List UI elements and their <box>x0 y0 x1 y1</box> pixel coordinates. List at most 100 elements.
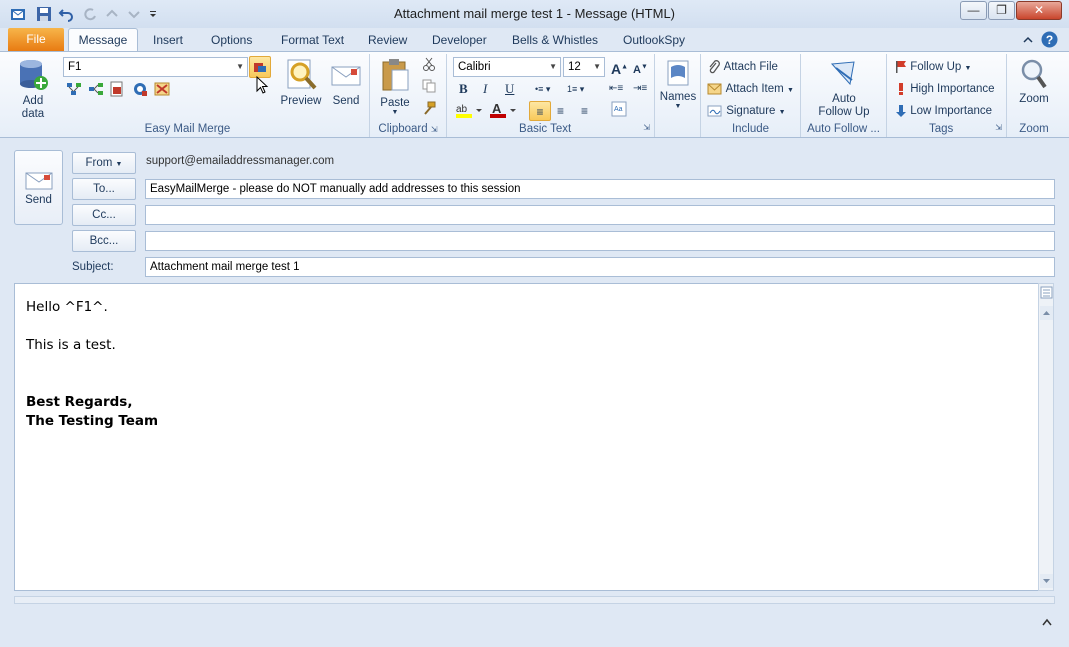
paste-clipboard-icon <box>382 59 409 91</box>
follow-up-button[interactable]: Follow Up ▼ <box>895 57 971 77</box>
merge-tool-2-icon[interactable] <box>88 82 104 96</box>
align-left-icon: ≡ <box>536 105 544 119</box>
add-data-button[interactable]: Add data <box>10 58 56 124</box>
names-label: Names <box>659 91 697 103</box>
tab-review[interactable]: Review <box>364 31 411 52</box>
group-names: Names ▼ <box>655 54 701 137</box>
tab-outlookspy[interactable]: OutlookSpy <box>619 31 689 52</box>
close-button[interactable]: ✕ <box>1016 1 1062 20</box>
font-color-button[interactable]: A <box>489 101 517 121</box>
styles-button[interactable]: Aa <box>611 101 627 121</box>
vertical-scrollbar[interactable] <box>1038 283 1054 591</box>
from-button[interactable]: From ▼ <box>72 152 136 174</box>
attach-item-button[interactable]: Attach Item ▼ <box>707 79 794 99</box>
decrease-indent-button[interactable]: ⇤≡ <box>609 79 623 99</box>
status-bar <box>14 596 1055 604</box>
merge-field-combo[interactable]: F1 ▼ <box>63 57 248 77</box>
envelope-remove-icon[interactable] <box>154 82 170 96</box>
italic-button[interactable]: I <box>483 79 487 99</box>
cut-button[interactable] <box>422 57 436 77</box>
grow-font-button[interactable]: A▲ <box>611 57 628 77</box>
underline-button[interactable]: U <box>505 79 514 99</box>
low-importance-button[interactable]: Low Importance <box>895 101 992 121</box>
copy-button[interactable] <box>422 79 436 99</box>
shrink-font-button[interactable]: A▼ <box>633 57 648 77</box>
send-label: Send <box>25 194 52 206</box>
paste-button[interactable]: Paste ▼ <box>374 58 416 120</box>
chevron-down-icon: ▼ <box>115 161 123 168</box>
signature-button[interactable]: Signature ▼ <box>707 101 786 121</box>
shield-settings-icon[interactable] <box>132 81 148 97</box>
tab-bells-whistles[interactable]: Bells & Whistles <box>508 31 602 52</box>
chevron-down-icon: ▼ <box>549 62 557 71</box>
increase-indent-button[interactable]: ⇥≡ <box>633 79 647 99</box>
ruler-toggle-icon[interactable] <box>1040 286 1053 299</box>
tab-developer[interactable]: Developer <box>428 31 491 52</box>
signature-line-2: The Testing Team <box>26 413 159 429</box>
dialog-launcher-icon[interactable]: ⇲ <box>643 123 650 132</box>
scroll-down-icon[interactable] <box>1040 574 1053 588</box>
to-field[interactable]: EasyMailMerge - please do NOT manually a… <box>145 179 1055 199</box>
cut-icon <box>423 57 435 71</box>
font-size-combo[interactable]: 12 ▼ <box>563 57 605 77</box>
from-label: From <box>85 157 113 169</box>
scroll-up-icon[interactable] <box>1040 306 1053 320</box>
bullets-button[interactable]: •≡ ▾ <box>535 79 550 99</box>
maximize-button[interactable]: ❐ <box>988 1 1015 20</box>
group-label-easy-mail-merge: Easy Mail Merge <box>144 123 231 135</box>
highlight-button[interactable]: ab <box>455 101 483 121</box>
to-button[interactable]: To... <box>72 178 136 200</box>
merge-tool-1-icon[interactable] <box>66 82 82 96</box>
subject-label: Subject: <box>72 261 114 273</box>
dialog-launcher-icon[interactable]: ⇲ <box>431 125 438 134</box>
bold-button[interactable]: B <box>459 79 468 99</box>
numbering-button[interactable]: 1≡ ▾ <box>567 79 584 99</box>
help-icon[interactable]: ? <box>1041 31 1058 48</box>
attach-item-label: Attach Item <box>725 83 784 95</box>
svg-text:A: A <box>492 101 502 116</box>
document-red-icon[interactable] <box>110 81 124 97</box>
copy-icon <box>422 79 436 93</box>
svg-text:?: ? <box>1046 33 1053 47</box>
font-combo[interactable]: Calibri ▼ <box>453 57 561 77</box>
group-label-include: Include <box>731 123 770 135</box>
cc-field[interactable] <box>145 205 1055 225</box>
format-painter-button[interactable] <box>422 101 436 121</box>
minimize-ribbon-icon[interactable] <box>1022 34 1034 46</box>
tab-options[interactable]: Options <box>207 31 256 52</box>
auto-follow-up-button[interactable]: Auto Follow Up <box>807 58 881 122</box>
message-body[interactable]: Hello ^F1^. This is a test. Best Regards… <box>14 283 1039 591</box>
subject-field[interactable]: Attachment mail merge test 1 <box>145 257 1055 277</box>
merge-send-label: Send <box>332 95 360 107</box>
names-button[interactable]: Names ▼ <box>658 58 698 122</box>
attach-file-button[interactable]: Attach File <box>707 57 778 77</box>
numbering-icon: 1≡ ▾ <box>567 84 585 94</box>
window-title: Attachment mail merge test 1 - Message (… <box>393 6 676 21</box>
send-button[interactable]: Send <box>14 150 63 225</box>
minimize-button[interactable]: — <box>960 1 987 20</box>
merge-send-button[interactable]: Send <box>326 58 366 118</box>
group-basic-text: Calibri ▼ 12 ▼ A▲ A▼ •≡ ▾ 1≡ ▾ ⇤≡ ⇥≡ B I… <box>447 54 655 137</box>
cc-button[interactable]: Cc... <box>72 204 136 226</box>
signature-line-1: Best Regards, <box>26 394 133 410</box>
high-importance-button[interactable]: High Importance <box>895 79 995 99</box>
align-left-button[interactable]: ≡ <box>529 101 551 121</box>
align-center-button[interactable]: ≡ <box>557 101 564 121</box>
tab-format-text[interactable]: Format Text <box>277 31 348 52</box>
group-label-zoom: Zoom <box>1019 123 1049 135</box>
align-right-icon: ≡ <box>581 104 589 118</box>
bcc-button[interactable]: Bcc... <box>72 230 136 252</box>
bcc-field[interactable] <box>145 231 1055 251</box>
title-bar: Attachment mail merge test 1 - Message (… <box>0 0 1069 28</box>
tab-message[interactable]: Message <box>68 28 138 52</box>
expand-people-pane-icon[interactable] <box>1041 617 1053 627</box>
zoom-button[interactable]: Zoom <box>1011 58 1057 118</box>
database-add-icon <box>20 60 48 90</box>
preview-button[interactable]: Preview <box>279 58 323 118</box>
tab-insert[interactable]: Insert <box>149 31 187 52</box>
align-right-button[interactable]: ≡ <box>581 101 588 121</box>
signature-label: Signature <box>726 105 776 117</box>
tab-file[interactable]: File <box>8 28 64 51</box>
dialog-launcher-icon[interactable]: ⇲ <box>995 123 1002 132</box>
insert-field-button[interactable] <box>249 56 271 78</box>
